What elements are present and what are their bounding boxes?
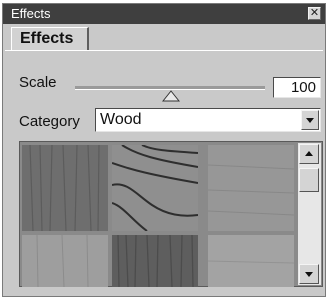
scroll-down-button[interactable] <box>299 264 319 284</box>
category-selected-value: Wood <box>100 111 142 128</box>
gallery-scrollbar[interactable] <box>298 143 321 285</box>
effects-window: Effects ✕ Effects Scale 100 Category Woo… <box>2 3 326 297</box>
wood-swatch-1[interactable] <box>22 145 108 231</box>
wood-swatch-3[interactable] <box>208 145 294 231</box>
scroll-thumb[interactable] <box>299 168 319 192</box>
tab-divider <box>5 50 323 51</box>
close-icon[interactable]: ✕ <box>308 7 321 20</box>
scroll-up-button[interactable] <box>299 144 319 164</box>
category-label: Category <box>19 113 80 130</box>
window-title: Effects <box>11 6 51 21</box>
triangle-down-icon <box>305 272 313 277</box>
scale-value-field[interactable]: 100 <box>273 77 321 98</box>
tab-effects-label: Effects <box>20 30 74 47</box>
wood-swatch-4[interactable] <box>22 235 108 287</box>
tab-effects[interactable]: Effects <box>11 27 89 51</box>
category-dropdown-button[interactable] <box>301 110 319 130</box>
scale-slider-thumb[interactable] <box>162 90 180 102</box>
category-select[interactable]: Wood <box>95 108 321 132</box>
wood-swatch-5[interactable] <box>112 235 198 287</box>
effects-gallery <box>19 141 323 287</box>
triangle-up-icon <box>305 151 313 156</box>
scale-label: Scale <box>19 74 57 91</box>
wood-swatch-2[interactable] <box>112 145 198 231</box>
title-bar[interactable]: Effects ✕ <box>3 4 325 24</box>
chevron-down-icon <box>306 118 314 123</box>
wood-swatch-6[interactable] <box>208 235 294 287</box>
